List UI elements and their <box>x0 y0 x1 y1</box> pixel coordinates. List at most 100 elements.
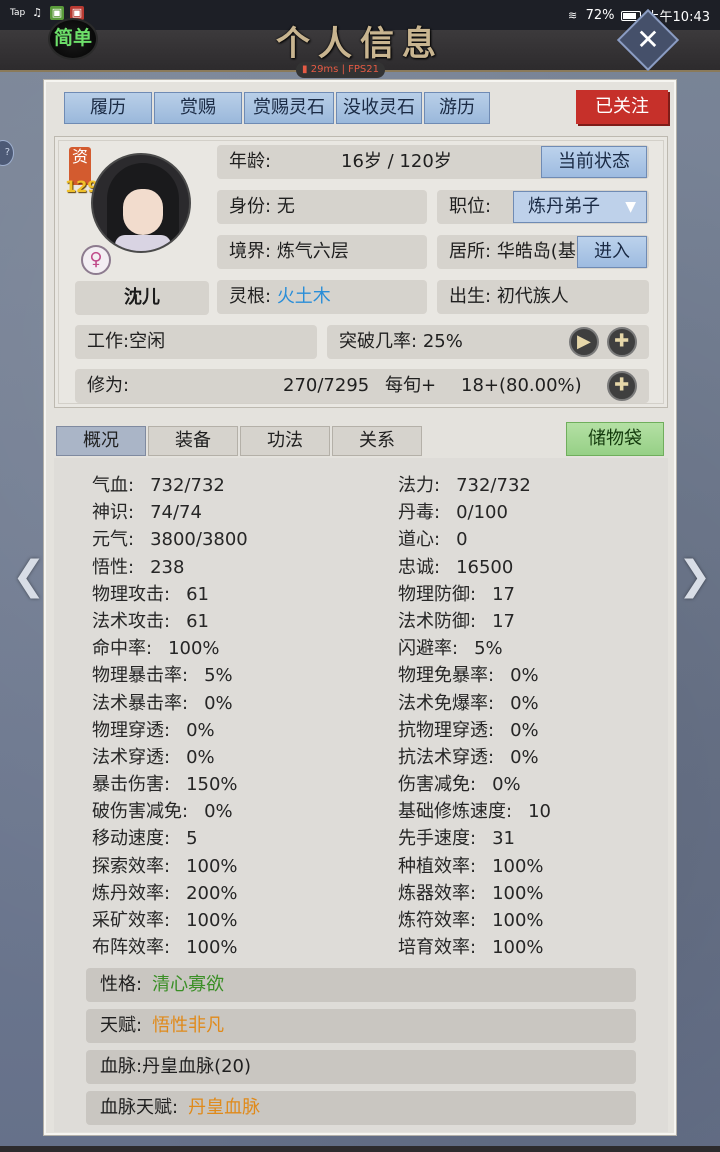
stat-row: 气血: 732/732 <box>92 472 248 499</box>
realm-field: 境界: 炼气六层 <box>217 235 427 269</box>
stat-row: 法术防御: 17 <box>398 608 551 635</box>
bloodline-value: 丹皇血脉(20) <box>142 1056 252 1077</box>
stat-label: 元气: <box>92 529 135 551</box>
stat-label: 基础修炼速度: <box>398 801 513 823</box>
stat-row: 物理攻击: 61 <box>92 581 248 608</box>
action-toolbar: 履历 赏赐 赏赐灵石 没收灵石 游历 <box>64 92 490 124</box>
tab-relations[interactable]: 关系 <box>332 426 422 456</box>
stat-row: 道心: 0 <box>398 526 551 553</box>
stat-value: 3800/3800 <box>150 529 248 551</box>
stat-label: 采矿效率: <box>92 910 171 931</box>
page-title: 个人信息 <box>276 24 444 64</box>
avatar-portrait <box>91 153 191 253</box>
per-round-value: 18+(80.00%) <box>461 375 582 396</box>
reward-button[interactable]: 赏赐 <box>154 92 242 124</box>
difficulty-badge[interactable]: 简单 <box>48 18 98 60</box>
stat-row: 法术穿透: 0% <box>92 744 248 771</box>
stat-row: 元气: 3800/3800 <box>92 526 248 553</box>
followed-button[interactable]: 已关注 <box>576 90 668 124</box>
stat-value: 0% <box>510 692 539 714</box>
next-arrow-icon[interactable]: ❯ <box>678 556 712 596</box>
stat-label: 法术防御: <box>398 610 477 632</box>
stat-label: 法术暴击率: <box>92 692 189 714</box>
stat-row: 物理免暴率: 0% <box>398 662 551 689</box>
dropdown-arrow-icon: ▼ <box>625 199 636 215</box>
confiscate-spirit-stone-button[interactable]: 没收灵石 <box>336 92 422 124</box>
current-state-button[interactable]: 当前状态 <box>541 146 647 178</box>
stat-value: 61 <box>186 610 209 632</box>
stat-value: 100% <box>492 937 544 959</box>
stat-label: 物理免暴率: <box>398 665 495 687</box>
close-icon: ✕ <box>636 23 660 56</box>
identity-value: 无 <box>276 196 295 217</box>
stat-row: 暴击伤害: 150% <box>92 771 248 798</box>
stat-row: 法术攻击: 61 <box>92 608 248 635</box>
stat-label: 闪避率: <box>398 638 459 660</box>
spirit-root-field: 灵根: 火土木 <box>217 280 427 314</box>
stat-value: 100% <box>168 638 220 660</box>
stat-row: 忠诚: 16500 <box>398 554 551 581</box>
stat-value: 100% <box>186 937 238 959</box>
stat-label: 移动速度: <box>92 828 171 850</box>
signal-icon: ▮ <box>302 64 308 75</box>
talent-value: 悟性非凡 <box>152 1015 225 1036</box>
stat-value: 100% <box>492 855 544 877</box>
net-latency: 29ms <box>310 64 339 75</box>
stat-row: 种植效率: 100% <box>398 853 551 880</box>
stat-label: 抗物理穿透: <box>398 719 495 741</box>
stat-value: 31 <box>492 828 515 850</box>
stat-value: 0% <box>204 692 233 714</box>
breakthrough-field: 突破几率: 25% <box>327 325 649 359</box>
position-select[interactable]: 炼丹弟子 ▼ <box>513 191 647 223</box>
cultivation-field: 修为: 270/7295 每旬+ 18+(80.00%) <box>75 369 649 403</box>
spirit-root-value: 火土木 <box>276 286 331 307</box>
stat-row: 先手速度: 31 <box>398 825 551 852</box>
stat-row: 法术暴击率: 0% <box>92 690 248 717</box>
stat-label: 法力: <box>398 475 441 496</box>
job-value: 空闲 <box>129 331 166 352</box>
stat-value: 0 <box>456 529 468 551</box>
stat-row: 丹毒: 0/100 <box>398 499 551 526</box>
stat-label: 炼丹效率: <box>92 882 171 904</box>
stat-label: 命中率: <box>92 638 153 660</box>
stat-label: 暴击伤害: <box>92 774 171 796</box>
travel-button[interactable]: 游历 <box>424 92 490 124</box>
bloodline-talent-row: 血脉天赋: 丹皇血脉 <box>86 1091 636 1125</box>
prev-arrow-icon[interactable]: ❮ <box>12 556 46 596</box>
bloodline-row: 血脉:丹皇血脉(20) <box>86 1050 636 1084</box>
tab-overview[interactable]: 概况 <box>56 426 146 456</box>
stat-value: 0% <box>492 774 521 796</box>
tab-techniques[interactable]: 功法 <box>240 426 330 456</box>
stat-row: 炼丹效率: 200% <box>92 880 248 907</box>
stat-value: 200% <box>186 882 238 904</box>
stat-label: 丹毒: <box>398 502 441 524</box>
net-fps: FPS21 <box>348 64 379 75</box>
stat-label: 破伤害减免: <box>92 801 189 823</box>
stat-value: 0% <box>204 801 233 823</box>
character-name[interactable]: 沈儿 <box>75 281 209 315</box>
enter-residence-button[interactable]: 进入 <box>577 236 647 268</box>
female-icon: ♀ <box>81 245 111 275</box>
character-panel: 履历 赏赐 赏赐灵石 没收灵石 游历 已关注 资 129 ♀ 沈儿 年龄: 16… <box>44 80 676 1135</box>
stat-value: 74/74 <box>150 502 202 524</box>
stat-value: 0% <box>186 746 215 768</box>
bottom-strip <box>0 1146 720 1152</box>
tab-equipment[interactable]: 装备 <box>148 426 238 456</box>
reward-spirit-stone-button[interactable]: 赏赐灵石 <box>244 92 334 124</box>
stat-value: 732/732 <box>456 475 531 496</box>
history-button[interactable]: 履历 <box>64 92 152 124</box>
stat-value: 17 <box>492 610 515 632</box>
storage-bag-button[interactable]: 储物袋 <box>566 422 664 456</box>
per-round-label: 每旬+ <box>385 375 437 396</box>
profile-box: 资 129 ♀ 沈儿 年龄: 16岁 / 120岁 当前状态 身份: 无 职位:… <box>54 136 668 408</box>
stat-label: 培育效率: <box>398 937 477 959</box>
personality-value: 清心寡欲 <box>152 974 225 995</box>
age-value: 16岁 / 120岁 <box>341 151 452 172</box>
network-indicator: ▮ 29ms | FPS21 <box>296 62 385 78</box>
birth-field: 出生: 初代族人 <box>437 280 649 314</box>
stat-row: 伤害减免: 0% <box>398 771 551 798</box>
stats-right-column: 法力: 732/732 丹毒: 0/100 道心: 0 忠诚: 16500 物理防御: 17 法术防… <box>398 472 551 961</box>
avatar[interactable] <box>91 153 191 253</box>
realm-value: 炼气六层 <box>276 241 349 262</box>
stat-value: 0/100 <box>456 502 508 524</box>
